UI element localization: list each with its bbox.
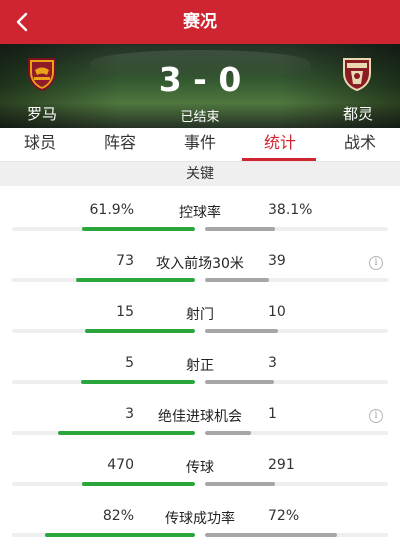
away-bar-track [205,278,388,282]
home-bar-track [12,533,195,537]
stat-label: 传球 [186,460,214,476]
away-value: 1 [268,406,277,422]
away-value: 39 [268,253,286,269]
home-bar [81,227,195,231]
away-value: 72% [268,508,300,524]
stat-label: 射正 [186,358,214,374]
match-banner: 罗马 3 - 0 已结束 都灵 [0,44,400,128]
stat-row: 73 攻入前场30米 39 i [0,248,400,299]
stat-label: 传球成功率 [165,511,235,527]
away-value: 38.1% [268,202,313,218]
away-bar-track [205,533,388,537]
info-icon[interactable]: i [369,409,383,423]
away-value: 10 [268,304,286,320]
away-bar [205,482,275,486]
home-bar [81,482,195,486]
tab-bar: 球员 阵容 事件 统计 战术 [0,128,400,162]
stat-label: 控球率 [179,205,221,221]
info-icon[interactable]: i [369,256,383,270]
away-bar [205,380,274,384]
away-team-name[interactable]: 都灵 [343,103,373,124]
away-bar [205,533,337,537]
stat-row: 61.9% 控球率 38.1% [0,197,400,248]
home-bar-track [12,329,195,333]
home-bar [80,380,195,384]
stat-row: 3 绝佳进球机会 1 i [0,401,400,452]
stat-row: 5 射正 3 [0,350,400,401]
home-bar-track [12,380,195,384]
away-bar-track [205,482,388,486]
home-bar-track [12,482,195,486]
home-bar [76,278,195,282]
home-bar-track [12,278,195,282]
stat-row: 15 射门 10 [0,299,400,350]
match-score: 3 - 0 [158,60,242,99]
tab-stats[interactable]: 统计 [240,128,320,162]
stat-label: 攻入前场30米 [156,256,244,272]
tab-tactics[interactable]: 战术 [320,128,400,162]
away-bar [205,227,275,231]
stat-label: 绝佳进球机会 [158,409,242,425]
away-bar-track [205,431,388,435]
away-bar [205,329,279,333]
tab-players[interactable]: 球员 [0,128,80,162]
active-tab-indicator [242,158,316,161]
home-bar [44,533,195,537]
away-team-logo[interactable] [341,56,373,92]
home-bar [57,431,195,435]
away-bar [205,278,270,282]
stat-row: 82% 传球成功率 72% [0,503,400,545]
home-bar-track [12,431,195,435]
stat-row: 470 传球 291 [0,452,400,503]
away-bar [205,431,251,435]
away-bar-track [205,380,388,384]
away-bar-track [205,329,388,333]
away-bar-track [205,227,388,231]
home-bar-track [12,227,195,231]
match-status: 已结束 [180,110,220,125]
away-value: 3 [268,355,277,371]
home-bar [85,329,195,333]
stat-label: 射门 [186,307,214,323]
tab-events[interactable]: 事件 [160,128,240,162]
tab-lineup[interactable]: 阵容 [80,128,160,162]
away-value: 291 [268,457,295,473]
top-bar: 赛况 [0,0,400,44]
page-title: 赛况 [183,12,217,32]
section-header: 关键 [0,162,400,186]
